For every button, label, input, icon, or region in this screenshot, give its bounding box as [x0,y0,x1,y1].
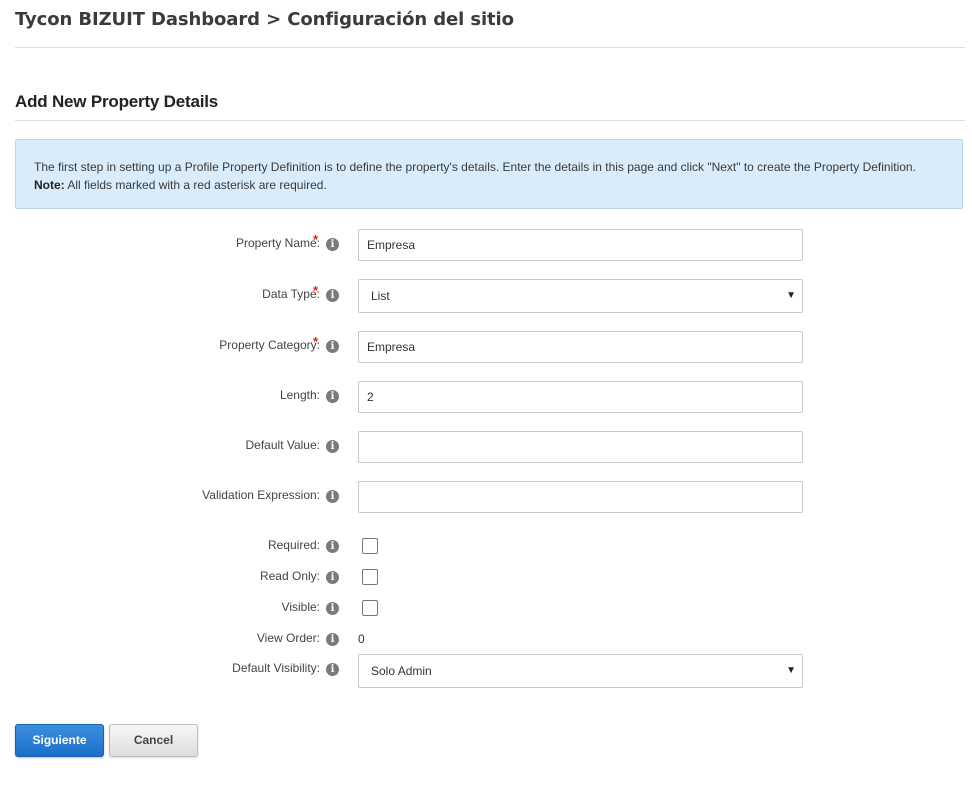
default-value-label: Default Value: [245,438,321,452]
info-circle-icon[interactable]: i [326,490,339,503]
required-checkbox[interactable] [362,538,378,554]
default-visibility-label: Default Visibility: [232,661,320,675]
property-name-input[interactable] [358,229,803,261]
info-circle-icon[interactable]: i [326,340,339,353]
view-order-value: 0 [358,632,365,646]
visible-label: Visible: [281,600,320,614]
caret-down-icon: ▼ [786,290,796,301]
cancel-button[interactable]: Cancel [109,724,198,757]
info-circle-icon[interactable]: i [326,663,339,676]
next-button[interactable]: Siguiente [15,724,104,757]
data-type-selected-value: List [371,289,390,303]
required-label: Required: [267,538,320,552]
property-category-input[interactable] [358,331,803,363]
property-name-label: Property Name: [235,236,320,250]
info-circle-icon[interactable]: i [326,289,339,302]
header-divider [15,47,965,48]
caret-down-icon: ▼ [786,665,796,676]
info-circle-icon[interactable]: i [326,540,339,553]
section-divider [15,120,965,121]
validation-expression-label: Validation Expression: [202,488,320,502]
required-asterisk: * [313,283,319,298]
data-type-select[interactable]: List ▼ [358,279,803,313]
default-visibility-selected-value: Solo Admin [371,664,432,678]
required-asterisk: * [313,334,319,349]
default-value-input[interactable] [358,431,803,463]
info-circle-icon[interactable]: i [326,633,339,646]
read-only-label: Read Only: [259,569,320,583]
section-title: Add New Property Details [15,92,219,111]
default-visibility-select[interactable]: Solo Admin ▼ [358,654,803,688]
validation-expression-input[interactable] [358,481,803,513]
length-input[interactable] [358,381,803,413]
info-circle-icon[interactable]: i [326,602,339,615]
read-only-checkbox[interactable] [362,569,378,585]
info-note-label: Note: [34,178,65,192]
data-type-label: Data Type: [262,287,320,301]
info-circle-icon[interactable]: i [326,390,339,403]
length-label: Length: [279,388,320,402]
info-circle-icon[interactable]: i [326,238,339,251]
required-asterisk: * [313,232,319,247]
property-category-label: Property Category: [219,338,320,352]
visible-checkbox[interactable] [362,600,378,616]
info-note: Note: All fields marked with a red aster… [34,176,962,194]
info-message-text: The first step in setting up a Profile P… [34,160,916,174]
info-circle-icon[interactable]: i [326,440,339,453]
page-title: Tycon BIZUIT Dashboard > Configuración d… [15,9,514,30]
view-order-label: View Order: [256,631,320,645]
info-note-text: All fields marked with a red asterisk ar… [64,178,327,192]
info-circle-icon[interactable]: i [326,571,339,584]
info-message-box: The first step in setting up a Profile P… [15,139,963,209]
